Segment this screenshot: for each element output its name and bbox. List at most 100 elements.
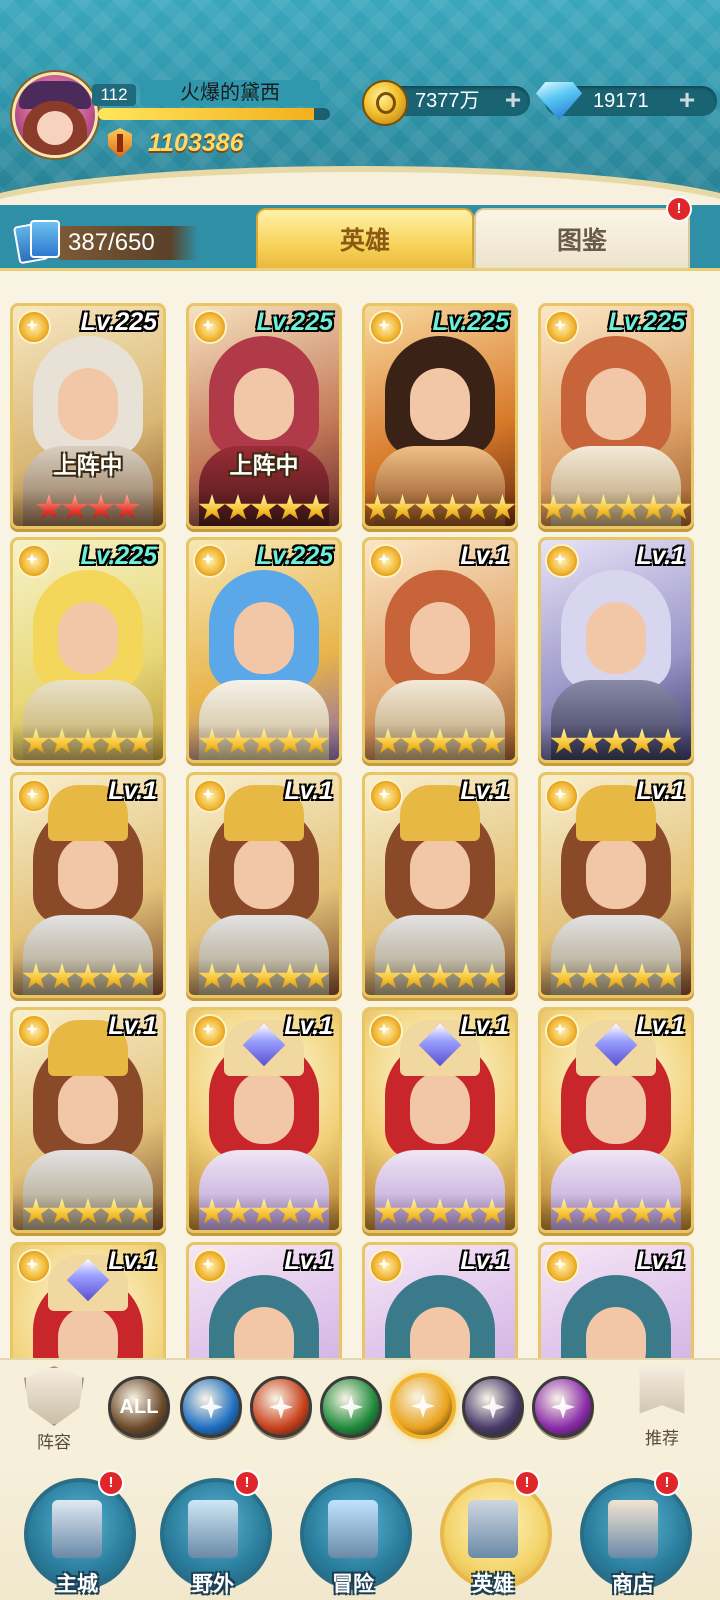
hero-card[interactable]: Lv.225 bbox=[538, 303, 694, 529]
star-icon bbox=[576, 728, 604, 754]
in-lineup-label: 上阵中 bbox=[229, 452, 299, 478]
star-icon bbox=[276, 1198, 304, 1224]
star-icon bbox=[654, 728, 682, 754]
hero-card[interactable]: Lv.1 bbox=[538, 1007, 694, 1233]
star-icon bbox=[48, 1198, 76, 1224]
star-icon bbox=[478, 963, 506, 989]
hero-level: Lv.225 bbox=[256, 542, 333, 570]
hero-card[interactable]: Lv.1 bbox=[10, 1007, 166, 1233]
star-icon bbox=[565, 494, 592, 520]
wind-faction-filter-button[interactable] bbox=[320, 1376, 382, 1438]
star-icon bbox=[550, 963, 578, 989]
star-icon bbox=[576, 1198, 604, 1224]
star-icon bbox=[35, 494, 63, 520]
star-icon bbox=[365, 494, 391, 520]
hero-card[interactable]: Lv.1 bbox=[538, 537, 694, 763]
hero-card[interactable]: Lv.225 上阵中 bbox=[186, 303, 342, 529]
hero-card[interactable]: Lv.1 bbox=[10, 1242, 166, 1361]
star-icon bbox=[628, 963, 656, 989]
hero-level: Lv.1 bbox=[108, 777, 157, 805]
star-icon bbox=[452, 728, 480, 754]
filter-all-label: ALL bbox=[119, 1395, 159, 1418]
star-icon bbox=[654, 963, 682, 989]
hero-level: Lv.1 bbox=[460, 1247, 509, 1275]
add-gems-button[interactable]: + bbox=[674, 86, 700, 114]
hero-card[interactable]: Lv.1 bbox=[362, 772, 518, 998]
light-faction-icon bbox=[411, 1394, 435, 1418]
hero-card[interactable]: Lv.1 bbox=[362, 537, 518, 763]
nav-alert-badge: ! bbox=[654, 1470, 680, 1496]
all-filter-button[interactable]: ALL bbox=[108, 1376, 170, 1438]
avatar-face bbox=[37, 111, 73, 145]
light-faction-icon bbox=[545, 1014, 579, 1048]
nav-castle[interactable]: 主城 ! bbox=[24, 1470, 136, 1600]
light-faction-icon bbox=[17, 310, 51, 344]
lineup-shield-icon bbox=[24, 1366, 84, 1426]
recommend-button[interactable]: 推荐 bbox=[622, 1366, 702, 1450]
hero-card[interactable]: Lv.225 上阵中 bbox=[10, 303, 166, 529]
player-avatar[interactable] bbox=[12, 72, 98, 158]
hero-level: Lv.1 bbox=[636, 1012, 685, 1040]
star-icon bbox=[61, 494, 89, 520]
hero-grid: Lv.225 上阵中 Lv.225 上阵中 Lv.225 Lv.225 Lv.2… bbox=[0, 268, 720, 1361]
light-faction-icon bbox=[193, 1249, 227, 1283]
hero-card[interactable]: Lv.1 bbox=[186, 1007, 342, 1233]
light-faction-icon bbox=[17, 1249, 51, 1283]
star-icon bbox=[464, 494, 491, 520]
star-icon bbox=[198, 1198, 226, 1224]
fire-faction-icon bbox=[269, 1395, 293, 1419]
hero-card[interactable]: Lv.1 bbox=[186, 772, 342, 998]
hero-card[interactable]: Lv.1 bbox=[538, 772, 694, 998]
hero-card[interactable]: Lv.1 bbox=[362, 1007, 518, 1233]
lineup-button[interactable]: 阵容 bbox=[14, 1366, 94, 1452]
star-icon bbox=[302, 963, 330, 989]
tab-heroes[interactable]: 英雄 bbox=[256, 208, 474, 272]
light-faction-icon bbox=[545, 1249, 579, 1283]
dark-faction-filter-button[interactable] bbox=[462, 1376, 524, 1438]
hero-cards-icon bbox=[12, 218, 60, 265]
hero-level: Lv.1 bbox=[636, 777, 685, 805]
gold-value: 7377万 bbox=[415, 90, 480, 112]
nav-sword[interactable]: 冒险 bbox=[300, 1478, 412, 1600]
water-faction-filter-button[interactable] bbox=[180, 1376, 242, 1438]
hero-level: Lv.1 bbox=[284, 1247, 333, 1275]
light-faction-icon bbox=[545, 779, 579, 813]
star-icon bbox=[602, 1198, 630, 1224]
hero-card[interactable]: Lv.1 bbox=[186, 1242, 342, 1361]
hero-card[interactable]: Lv.1 bbox=[10, 772, 166, 998]
hero-card[interactable]: Lv.225 bbox=[10, 537, 166, 763]
star-icon bbox=[302, 1198, 330, 1224]
star-icon bbox=[389, 494, 416, 520]
light-faction-icon bbox=[193, 310, 227, 344]
add-gold-button[interactable]: + bbox=[500, 86, 526, 114]
star-icon bbox=[400, 728, 428, 754]
hero-card[interactable]: Lv.1 bbox=[538, 1242, 694, 1361]
hero-star-rating bbox=[13, 1194, 163, 1230]
fire-faction-filter-button[interactable] bbox=[250, 1376, 312, 1438]
void-faction-filter-button[interactable] bbox=[532, 1376, 594, 1438]
star-icon bbox=[250, 494, 278, 520]
star-icon bbox=[87, 494, 115, 520]
hero-card[interactable]: Lv.1 bbox=[362, 1242, 518, 1361]
nav-helmet[interactable]: 英雄 ! bbox=[440, 1470, 552, 1600]
hero-level: Lv.225 bbox=[256, 308, 333, 336]
combat-power-value: 1103386 bbox=[148, 129, 244, 157]
star-icon bbox=[276, 963, 304, 989]
hero-star-rating bbox=[13, 490, 163, 526]
star-icon bbox=[414, 494, 441, 520]
star-icon bbox=[452, 963, 480, 989]
hero-star-rating bbox=[13, 724, 163, 760]
hero-star-rating bbox=[365, 724, 515, 760]
hero-star-rating bbox=[541, 490, 691, 526]
nav-alert-badge: ! bbox=[98, 1470, 124, 1496]
tab-codex[interactable]: 图鉴 bbox=[474, 208, 690, 272]
hero-card[interactable]: Lv.225 bbox=[362, 303, 518, 529]
nav-shop[interactable]: 商店 ! bbox=[580, 1470, 692, 1600]
hero-card[interactable]: Lv.225 bbox=[186, 537, 342, 763]
hero-level: Lv.1 bbox=[460, 542, 509, 570]
light-faction-filter-button[interactable] bbox=[390, 1373, 456, 1439]
nav-alert-badge: ! bbox=[514, 1470, 540, 1496]
star-icon bbox=[198, 494, 226, 520]
nav-portal[interactable]: 野外 ! bbox=[160, 1470, 272, 1600]
hero-star-rating bbox=[541, 724, 691, 760]
